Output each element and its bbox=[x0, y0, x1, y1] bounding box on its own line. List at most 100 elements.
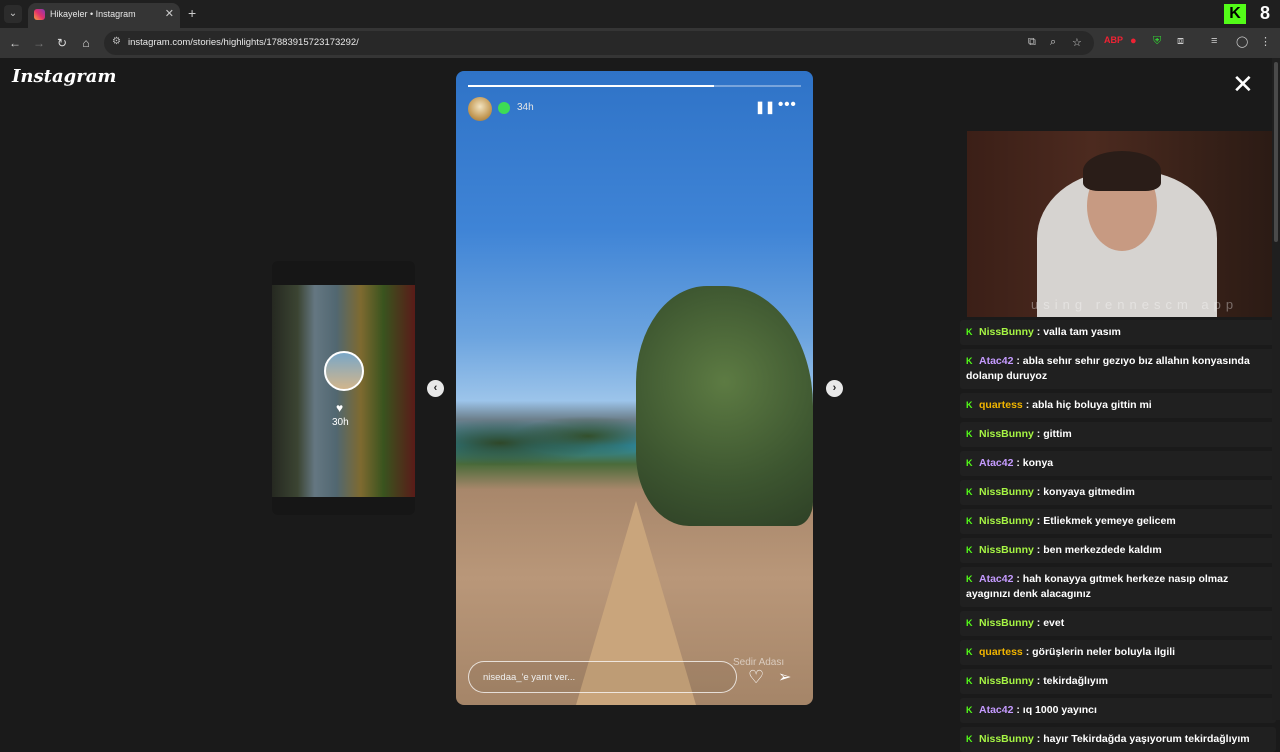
chat-text: Etliekmek yemeye gelicem bbox=[1043, 515, 1176, 527]
chat-message: K NissBunny : valla tam yasım bbox=[960, 320, 1276, 345]
previous-story-arrow-icon[interactable]: ‹ bbox=[427, 380, 444, 397]
kick-badge-icon: K bbox=[966, 574, 973, 584]
chat-separator: : bbox=[1033, 486, 1044, 498]
chat-text: hayır Tekirdağda yaşıyorum tekirdağlıyım bbox=[1043, 733, 1250, 745]
chat-username[interactable]: Atac42 bbox=[979, 573, 1013, 585]
instagram-favicon-icon bbox=[34, 9, 45, 20]
forward-icon[interactable]: → bbox=[30, 34, 48, 52]
reply-input[interactable] bbox=[468, 661, 737, 693]
profile-icon[interactable]: ◯ bbox=[1236, 35, 1248, 48]
chat-username[interactable]: quartess bbox=[979, 399, 1023, 411]
chat-username[interactable]: NissBunny bbox=[979, 733, 1034, 745]
chat-text: valla tam yasım bbox=[1043, 326, 1121, 338]
chat-username[interactable]: NissBunny bbox=[979, 675, 1034, 687]
previous-story-time: 30h bbox=[332, 417, 349, 428]
chat-separator: : bbox=[1013, 704, 1023, 716]
kick-badge-icon: K bbox=[966, 487, 973, 497]
story-progress-bar bbox=[468, 85, 801, 87]
pause-icon[interactable]: ❚❚ bbox=[755, 100, 775, 114]
new-tab-button[interactable]: + bbox=[188, 5, 196, 21]
browser-tab[interactable]: Hikayeler • Instagram ✕ bbox=[28, 3, 180, 28]
chat-message: K Atac42 : abla sehır sehır gezıyo bız al… bbox=[960, 349, 1276, 389]
chat-username[interactable]: NissBunny bbox=[979, 544, 1034, 556]
previous-story-preview[interactable]: ♥ 30h bbox=[272, 261, 415, 515]
send-icon[interactable]: ➢ bbox=[778, 667, 791, 687]
kick-badge-icon: K bbox=[966, 647, 973, 657]
reload-icon[interactable]: ↻ bbox=[53, 34, 71, 52]
chat-separator: : bbox=[1022, 646, 1033, 658]
browser-tab-bar: ⌄ Hikayeler • Instagram ✕ + K 8 bbox=[0, 0, 1280, 28]
tab-search-button[interactable]: ⌄ bbox=[4, 5, 22, 23]
bookmark-star-icon[interactable]: ☆ bbox=[1072, 36, 1082, 49]
address-bar[interactable]: ⚙ instagram.com/stories/highlights/17883… bbox=[104, 31, 1094, 55]
chat-username[interactable]: NissBunny bbox=[979, 515, 1034, 527]
url-text[interactable]: instagram.com/stories/highlights/1788391… bbox=[128, 37, 359, 48]
close-icon[interactable]: ✕ bbox=[1232, 71, 1254, 97]
shield-icon[interactable]: ⛨ bbox=[1153, 35, 1161, 48]
chat-username[interactable]: NissBunny bbox=[979, 617, 1034, 629]
chat-overlay: K NissBunny : valla tam yasım K Atac42 : ab… bbox=[960, 320, 1276, 752]
chat-separator: : bbox=[1033, 617, 1044, 629]
chat-separator: : bbox=[1033, 544, 1044, 556]
chat-username[interactable]: NissBunny bbox=[979, 428, 1034, 440]
chat-message: K Atac42 : ıq 1000 yayıncı bbox=[960, 698, 1276, 723]
chat-message: K NissBunny : Etliekmek yemeye gelicem bbox=[960, 509, 1276, 534]
chat-separator: : bbox=[1033, 515, 1044, 527]
chat-separator: : bbox=[1033, 326, 1044, 338]
chat-text: abla hiç boluya gittin mi bbox=[1032, 399, 1152, 411]
chat-separator: : bbox=[1013, 355, 1023, 367]
chat-username[interactable]: Atac42 bbox=[979, 704, 1013, 716]
chat-message: K NissBunny : tekirdağlıyım bbox=[960, 669, 1276, 694]
page-scrollbar[interactable] bbox=[1272, 58, 1280, 720]
next-story-arrow-icon[interactable]: › bbox=[826, 380, 843, 397]
zoom-icon[interactable]: ⌕ bbox=[1050, 36, 1056, 49]
chat-text: görüşlerin neler boluyla ilgili bbox=[1032, 646, 1176, 658]
chat-text: gittim bbox=[1043, 428, 1072, 440]
story-viewer[interactable]: 34h ❚❚ ••• Sedir Adası ♡ ➢ bbox=[456, 71, 813, 705]
chat-username[interactable]: NissBunny bbox=[979, 486, 1034, 498]
chat-message: K Atac42 : konya bbox=[960, 451, 1276, 476]
chat-message: K NissBunny : konyaya gitmedim bbox=[960, 480, 1276, 505]
chat-separator: : bbox=[1013, 457, 1023, 469]
extension-red-icon[interactable]: ● bbox=[1130, 35, 1137, 47]
webcam-overlay: using rennescm app bbox=[967, 131, 1280, 317]
olive-trees bbox=[636, 286, 813, 526]
chat-text: evet bbox=[1043, 617, 1065, 629]
chat-message: K NissBunny : evet bbox=[960, 611, 1276, 636]
kick-badge-icon: K bbox=[966, 400, 973, 410]
kick-badge-icon: K bbox=[966, 327, 973, 337]
extensions-puzzle-icon[interactable]: ⧈ bbox=[1177, 35, 1184, 48]
chat-message: Kquartess : abla hiç boluya gittin mi bbox=[960, 393, 1276, 418]
menu-kebab-icon[interactable]: ⋮ bbox=[1260, 35, 1271, 48]
chat-username[interactable]: Atac42 bbox=[979, 355, 1013, 367]
kick-extension-icon[interactable]: K bbox=[1224, 4, 1246, 24]
kick-badge-icon: K bbox=[966, 356, 973, 366]
tab-close-icon[interactable]: ✕ bbox=[165, 7, 174, 20]
chat-text: ben merkezdede kaldım bbox=[1043, 544, 1162, 556]
kick-badge-icon: K bbox=[966, 734, 973, 744]
adblock-icon[interactable]: ABP bbox=[1104, 35, 1123, 45]
chat-text: tekirdağlıyım bbox=[1043, 675, 1108, 687]
story-avatar[interactable] bbox=[468, 97, 492, 121]
story-time: 34h bbox=[517, 102, 534, 113]
home-icon[interactable]: ⌂ bbox=[77, 34, 95, 52]
more-options-icon[interactable]: ••• bbox=[778, 96, 797, 113]
chat-separator: : bbox=[1022, 399, 1033, 411]
chat-separator: : bbox=[1033, 428, 1044, 440]
install-app-icon[interactable]: ⧉ bbox=[1028, 36, 1036, 49]
heart-icon: ♥ bbox=[336, 401, 344, 415]
like-heart-icon[interactable]: ♡ bbox=[748, 667, 764, 688]
chat-username[interactable]: quartess bbox=[979, 646, 1023, 658]
back-icon[interactable]: ← bbox=[6, 34, 24, 52]
chat-username[interactable]: NissBunny bbox=[979, 326, 1034, 338]
streamer-hair bbox=[1083, 151, 1161, 191]
kick-badge-icon: K bbox=[966, 618, 973, 628]
scrollbar-thumb[interactable] bbox=[1274, 62, 1278, 242]
extension-badge[interactable]: 8 bbox=[1260, 3, 1270, 24]
media-controls-icon[interactable]: ≡ bbox=[1211, 35, 1217, 47]
instagram-logo[interactable]: Instagram bbox=[12, 66, 116, 87]
kick-badge-icon: K bbox=[966, 516, 973, 526]
site-info-icon[interactable]: ⚙ bbox=[112, 36, 121, 47]
chat-username[interactable]: Atac42 bbox=[979, 457, 1013, 469]
story-progress-fill bbox=[468, 85, 715, 87]
